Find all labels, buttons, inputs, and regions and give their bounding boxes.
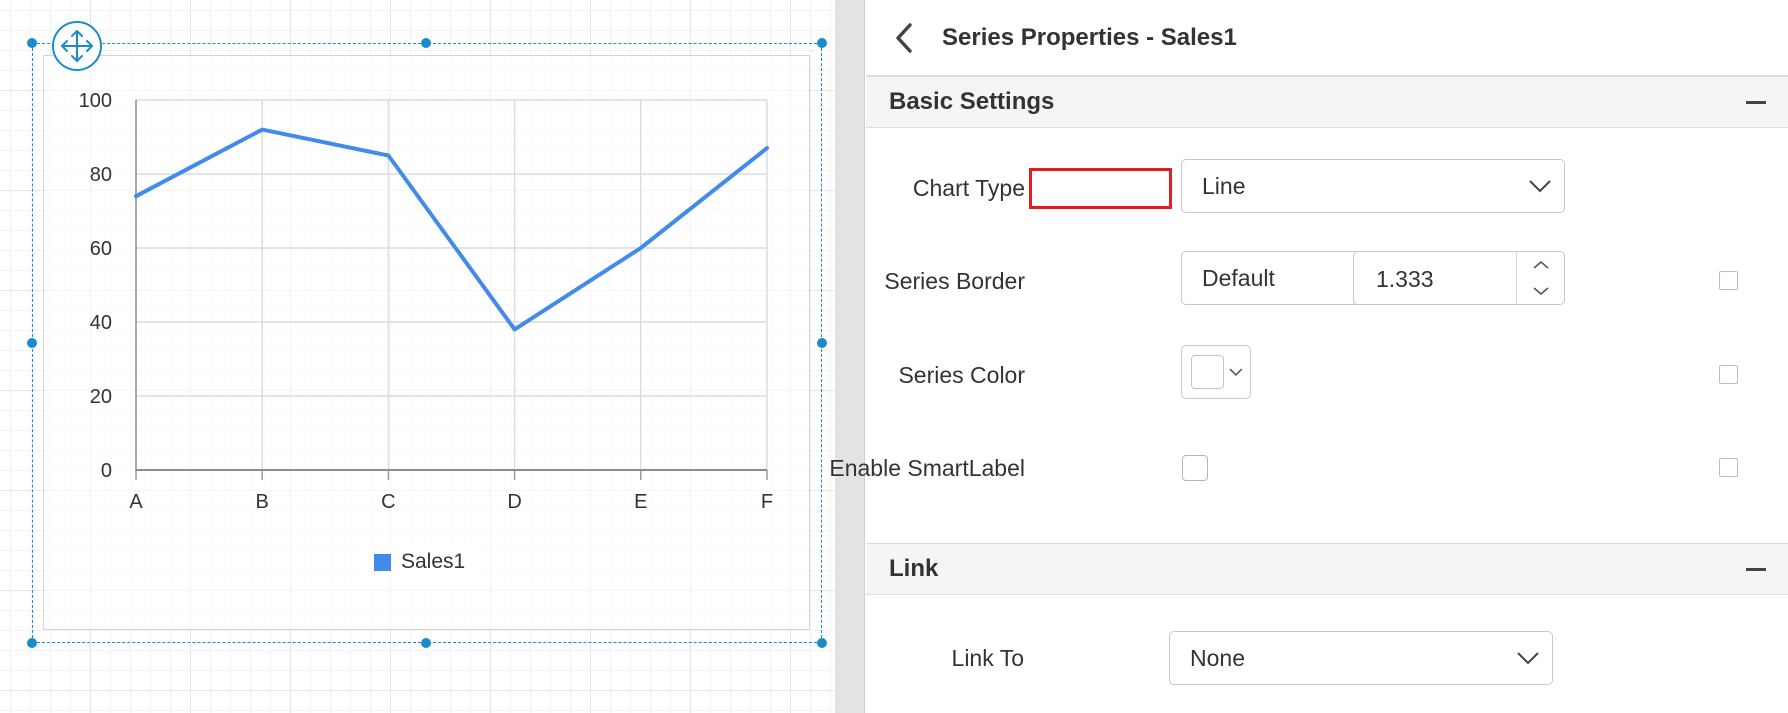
section-basic-settings[interactable]: Basic Settings (866, 76, 1788, 128)
resize-handle-top[interactable] (421, 38, 431, 48)
section-link[interactable]: Link (866, 543, 1788, 595)
chart-type-dropdown[interactable]: Line (1181, 159, 1565, 213)
series-color-expression-checkbox[interactable] (1719, 365, 1738, 384)
highlight-box (1029, 168, 1172, 209)
move-icon[interactable] (52, 21, 102, 71)
design-canvas[interactable]: 0 20 40 60 80 100 A B C D E F Sales1 (0, 0, 835, 713)
link-to-dropdown[interactable]: None (1169, 631, 1553, 685)
smart-label-label: Enable SmartLabel (829, 455, 1025, 481)
series-color-picker[interactable] (1181, 345, 1251, 399)
chevron-up-icon (1532, 260, 1549, 269)
section-title: Link (889, 555, 939, 582)
increment-button[interactable] (1517, 252, 1564, 278)
properties-panel: Series Properties - Sales1 Basic Setting… (829, 0, 1788, 713)
back-button[interactable] (866, 0, 942, 76)
series-color-label: Series Color (898, 362, 1025, 388)
chevron-down-icon (1532, 287, 1549, 296)
stepper-buttons (1516, 252, 1564, 304)
resize-handle-bottom[interactable] (421, 638, 431, 648)
series-border-style-value: Default (1202, 264, 1275, 291)
chevron-left-icon (896, 22, 912, 53)
smart-label-checkbox[interactable] (1182, 455, 1208, 481)
section-title: Basic Settings (889, 88, 1055, 115)
resize-handle-left[interactable] (27, 338, 37, 348)
resize-handle-top-right[interactable] (817, 38, 827, 48)
decrement-button[interactable] (1517, 278, 1564, 304)
link-to-label: Link To (951, 645, 1024, 671)
chart-type-value: Line (1202, 172, 1246, 199)
splitter[interactable] (835, 0, 865, 713)
report-designer: 0 20 40 60 80 100 A B C D E F Sales1 Ser… (0, 0, 1788, 713)
resize-handle-bottom-right[interactable] (817, 638, 827, 648)
smart-label-expression-checkbox[interactable] (1719, 458, 1738, 477)
chevron-down-icon (1517, 652, 1539, 665)
series-border-expression-checkbox[interactable] (1719, 271, 1738, 290)
series-border-label: Series Border (884, 268, 1025, 294)
panel-title: Series Properties - Sales1 (942, 23, 1237, 51)
resize-handle-top-left[interactable] (27, 38, 37, 48)
series-border-width-stepper[interactable]: 1.333 (1353, 251, 1565, 305)
collapse-icon[interactable] (1746, 567, 1766, 571)
link-to-value: None (1190, 644, 1245, 671)
series-color-swatch (1191, 355, 1225, 389)
resize-handle-right[interactable] (817, 338, 827, 348)
panel-header: Series Properties - Sales1 (866, 0, 1788, 76)
selection-box (32, 43, 822, 643)
chart-type-label: Chart Type (912, 175, 1025, 201)
collapse-icon[interactable] (1746, 100, 1766, 104)
resize-handle-bottom-left[interactable] (27, 638, 37, 648)
series-border-width-value: 1.333 (1376, 266, 1434, 292)
chevron-down-icon (1529, 180, 1551, 193)
chevron-down-icon (1229, 368, 1243, 377)
